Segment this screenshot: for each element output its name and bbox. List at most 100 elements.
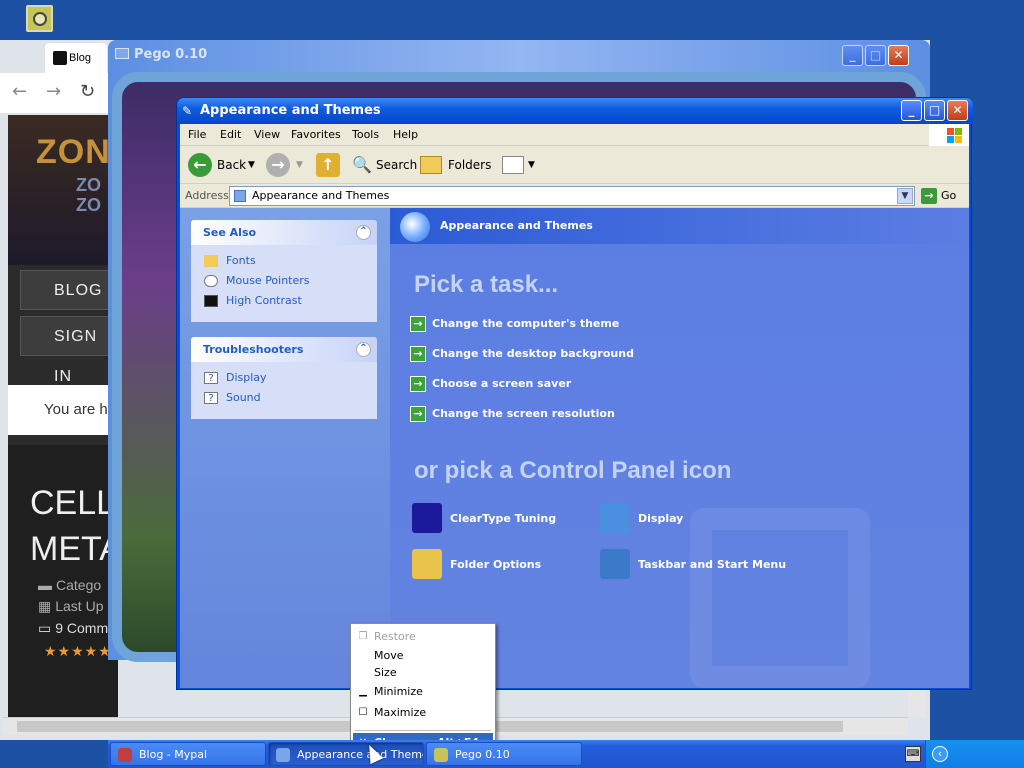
troubleshooter-sound[interactable]: ? Sound (191, 388, 377, 408)
control-panel-icon: ✎ (182, 104, 193, 118)
pego-close-button[interactable]: ✕ (888, 45, 909, 66)
calendar-icon: ▦ (38, 598, 52, 614)
arrow-icon: → (410, 346, 426, 362)
folder-icon (204, 255, 218, 267)
site-banner: ZON ZO ZO (8, 115, 118, 265)
collapse-chevron-icon[interactable]: ⌃ (356, 225, 371, 240)
go-button[interactable]: → Go (921, 187, 965, 205)
troubleshooters-header[interactable]: Troubleshooters ⌃ (191, 337, 377, 362)
menu-view[interactable]: View (254, 128, 280, 141)
maximize-button[interactable]: □ (924, 100, 945, 121)
content-pane: Appearance and Themes Pick a task... → Ch… (390, 208, 969, 688)
task-screen-saver[interactable]: → Choose a screen saver (410, 375, 571, 393)
views-icon[interactable] (502, 156, 524, 174)
menu-minimize[interactable]: ▁ Minimize (353, 682, 493, 701)
blog-nav-button[interactable]: BLOG (20, 270, 118, 310)
folder-options-icon (412, 549, 442, 579)
post-card: CELLOMETAL ▬Catego ▦Last Up ▭9 Comm ★★★★… (8, 445, 118, 735)
taskbar-button-appearance[interactable]: Appearance and Themes (268, 742, 424, 766)
task-screen-resolution[interactable]: → Change the screen resolution (410, 405, 615, 423)
minimize-button[interactable]: _ (901, 100, 922, 121)
post-comments[interactable]: ▭ 9 Comm (38, 620, 108, 637)
taskbar-icon (600, 549, 630, 579)
browser-icon (118, 748, 132, 762)
troubleshooter-display[interactable]: ? Display (191, 368, 377, 388)
taskbar-button-pego[interactable]: Pego 0.10 (426, 742, 582, 766)
search-icon[interactable]: 🔍 (352, 154, 372, 176)
pego-maximize-button[interactable]: □ (865, 45, 886, 66)
clock-icon (33, 12, 47, 26)
signin-nav-button[interactable]: SIGN IN (20, 316, 118, 385)
pego-title-bar[interactable]: Pego 0.10 (108, 40, 930, 70)
post-rating: ★★★★★ (44, 643, 112, 659)
explorer-title: Appearance and Themes (200, 103, 381, 118)
back-dropdown-icon[interactable]: ▼ (248, 154, 255, 176)
menu-maximize[interactable]: ☐ Maximize (353, 703, 493, 722)
folders-button[interactable]: Folders (448, 154, 491, 176)
site-logo-sub: ZO ZO (76, 175, 101, 215)
close-button[interactable]: ✕ (947, 100, 968, 121)
tray-expand-icon[interactable]: ‹ (932, 746, 948, 762)
explorer-window: ✎ Appearance and Themes _ □ ✕ File Edit … (176, 97, 973, 690)
pick-task-heading: Pick a task... (414, 271, 559, 298)
appearance-themes-icon (400, 212, 430, 242)
forward-arrow-icon[interactable]: → (46, 81, 61, 102)
address-label: Address (185, 189, 229, 202)
forward-icon[interactable]: → (266, 153, 290, 177)
see-also-fonts[interactable]: Fonts (191, 251, 377, 271)
pick-icon-heading: or pick a Control Panel icon (414, 457, 732, 484)
system-tray: ‹ (925, 740, 1024, 768)
arrow-icon: → (410, 316, 426, 332)
back-arrow-icon[interactable]: ← (12, 81, 27, 102)
address-dropdown-icon[interactable]: ▼ (897, 188, 913, 204)
task-change-background[interactable]: → Change the desktop background (410, 345, 634, 363)
pego-desktop-icon[interactable] (26, 5, 53, 32)
arrow-icon: → (410, 406, 426, 422)
task-change-theme[interactable]: → Change the computer's theme (410, 315, 619, 333)
minimize-icon: ▁ (359, 686, 367, 697)
collapse-chevron-icon[interactable]: ⌃ (356, 342, 371, 357)
views-dropdown-icon[interactable]: ▼ (528, 154, 535, 176)
see-also-high-contrast[interactable]: High Contrast (191, 291, 377, 311)
up-folder-icon[interactable]: ↑ (316, 153, 340, 177)
website-content: ZON ZOZO BLOG SIGN IN You are h CELLOMET… (8, 115, 118, 735)
troubleshooters-pane: Troubleshooters ⌃ ? Display ? Sound (191, 337, 377, 419)
back-button[interactable]: Back (217, 154, 246, 176)
taskbar: Blog - Mypal Appearance and Themes Pego … (108, 740, 1024, 768)
display-icon (600, 503, 630, 533)
taskbar-button-blog[interactable]: Blog - Mypal (110, 742, 266, 766)
back-icon[interactable]: ← (188, 153, 212, 177)
menu-file[interactable]: File (188, 128, 206, 141)
menu-size[interactable]: Size (353, 663, 493, 682)
cleartype-tuning-item[interactable]: ClearType Tuning (412, 503, 556, 535)
taskbar-start-menu-item[interactable]: Taskbar and Start Menu (600, 549, 786, 581)
keyboard-icon[interactable]: ⌨ (905, 746, 921, 762)
forward-dropdown-icon[interactable]: ▼ (296, 154, 303, 176)
maximize-icon: ☐ (358, 707, 368, 718)
control-panel-icon (276, 748, 290, 762)
pego-minimize-button[interactable]: _ (842, 45, 863, 66)
help-icon: ? (204, 392, 218, 404)
mouse-icon (204, 275, 218, 287)
reload-icon[interactable]: ↻ (80, 81, 95, 102)
explorer-title-bar[interactable]: ✎ Appearance and Themes (177, 98, 973, 124)
folder-options-item[interactable]: Folder Options (412, 549, 541, 581)
help-icon: ? (204, 372, 218, 384)
post-title[interactable]: CELLOMETAL (30, 480, 118, 572)
post-category[interactable]: ▬ Catego (38, 577, 101, 593)
see-also-mouse-pointers[interactable]: Mouse Pointers (191, 271, 377, 291)
address-field[interactable]: Appearance and Themes ▼ (229, 186, 915, 206)
menu-help[interactable]: Help (393, 128, 418, 141)
browser-tab[interactable]: Blog (45, 43, 107, 73)
display-item[interactable]: Display (600, 503, 683, 535)
see-also-header[interactable]: See Also ⌃ (191, 220, 377, 245)
menu-tools[interactable]: Tools (352, 128, 379, 141)
folders-icon[interactable] (420, 156, 442, 174)
toolbar: ← Back ▼ → ▼ ↑ 🔍 Search Folders ▼ (180, 146, 969, 184)
search-button[interactable]: Search (376, 154, 417, 176)
menu-edit[interactable]: Edit (220, 128, 241, 141)
site-notice: You are h (8, 385, 118, 435)
menu-favorites[interactable]: Favorites (291, 128, 341, 141)
menu-restore[interactable]: ❐ Restore (353, 627, 493, 646)
menu-bar: File Edit View Favorites Tools Help (180, 124, 969, 146)
